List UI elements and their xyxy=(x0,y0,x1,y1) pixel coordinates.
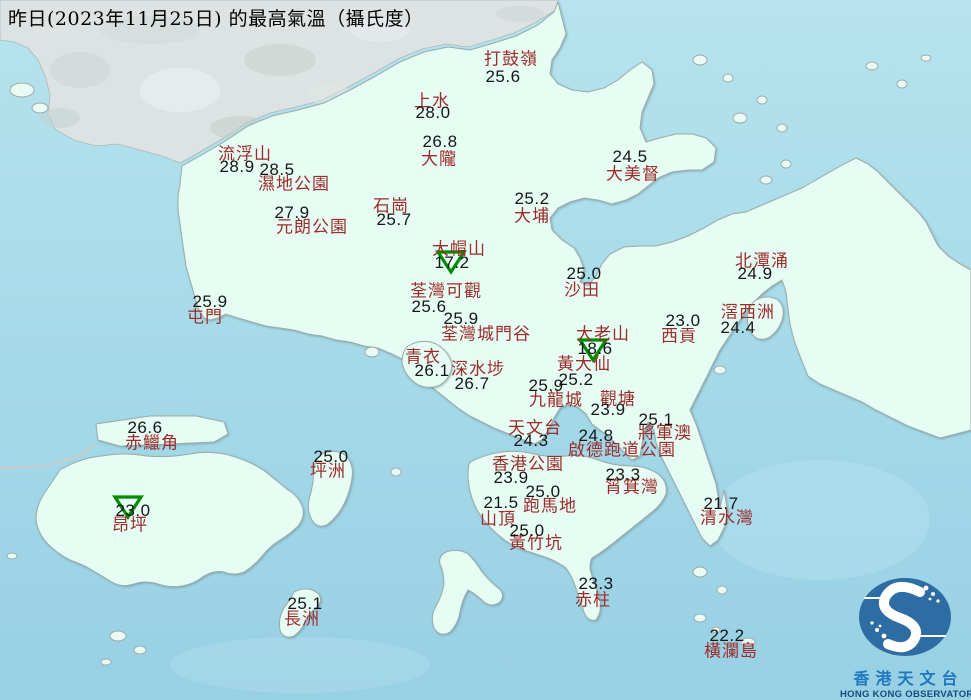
station-value: 25.1 xyxy=(638,410,674,429)
station-value: 25.0 xyxy=(509,521,545,540)
hko-logo-english: HONG KONG OBSERVATORY xyxy=(840,689,971,700)
station-value: 23.3 xyxy=(578,574,614,593)
station-value: 23.9 xyxy=(493,468,529,487)
station-label: 打鼓嶺 xyxy=(484,49,538,70)
hong-kong-map xyxy=(0,0,971,700)
station-value: 23.0 xyxy=(665,311,701,330)
station-value: 26.1 xyxy=(414,361,450,380)
deep-bay-islet xyxy=(9,82,35,98)
station-value: 24.8 xyxy=(578,426,614,445)
station-value: 28.0 xyxy=(415,103,451,122)
station-value: 25.7 xyxy=(376,210,412,229)
station-value: 27.9 xyxy=(274,203,310,222)
sea-highlight xyxy=(170,637,430,693)
station-value: 22.2 xyxy=(709,626,745,645)
hko-logo-icon xyxy=(859,578,951,656)
hko-logo-chinese: 香港天文台 xyxy=(853,669,964,688)
station-value: 25.9 xyxy=(443,309,479,328)
station-value: 26.7 xyxy=(454,374,490,393)
hko-temperature-map: 昨日(2023年11月25日) 的最高氣溫（攝氏度） 打鼓嶺 25.6 上水 28.0… xyxy=(0,0,971,700)
station-value: 23.0 xyxy=(115,501,151,520)
station-value: 28.5 xyxy=(259,160,295,179)
deep-bay-islet xyxy=(31,102,49,114)
station-value: 24.5 xyxy=(612,147,648,166)
hko-logo: 香港天文台 HONG KONG OBSERVATORY xyxy=(840,568,971,700)
map-title: 昨日(2023年11月25日) 的最高氣溫（攝氏度） xyxy=(8,8,424,30)
station-value: 25.9 xyxy=(192,292,228,311)
station-value: 21.5 xyxy=(483,493,519,512)
station-value: 25.6 xyxy=(485,67,521,86)
station-value: 24.3 xyxy=(513,431,549,450)
station-value: 25.2 xyxy=(558,370,594,389)
station-value: 25.0 xyxy=(313,447,349,466)
station-value: 25.0 xyxy=(566,264,602,283)
station-value: 25.9 xyxy=(528,376,564,395)
station-value: 23.3 xyxy=(605,465,641,484)
station-value: 24.9 xyxy=(737,264,773,283)
station-value: 23.9 xyxy=(590,400,626,419)
station-value: 26.8 xyxy=(422,132,458,151)
station-value: 25.0 xyxy=(525,482,561,501)
station-value: 26.6 xyxy=(127,418,163,437)
station-value: 25.1 xyxy=(287,594,323,613)
station-value: 21.7 xyxy=(703,494,739,513)
station-value: 17.2 xyxy=(434,253,470,272)
station-value: 25.2 xyxy=(514,189,550,208)
station-value: 24.4 xyxy=(720,318,756,337)
station-value: 28.9 xyxy=(219,157,255,176)
station-value: 25.6 xyxy=(411,297,447,316)
station-value: 18.6 xyxy=(577,339,613,358)
